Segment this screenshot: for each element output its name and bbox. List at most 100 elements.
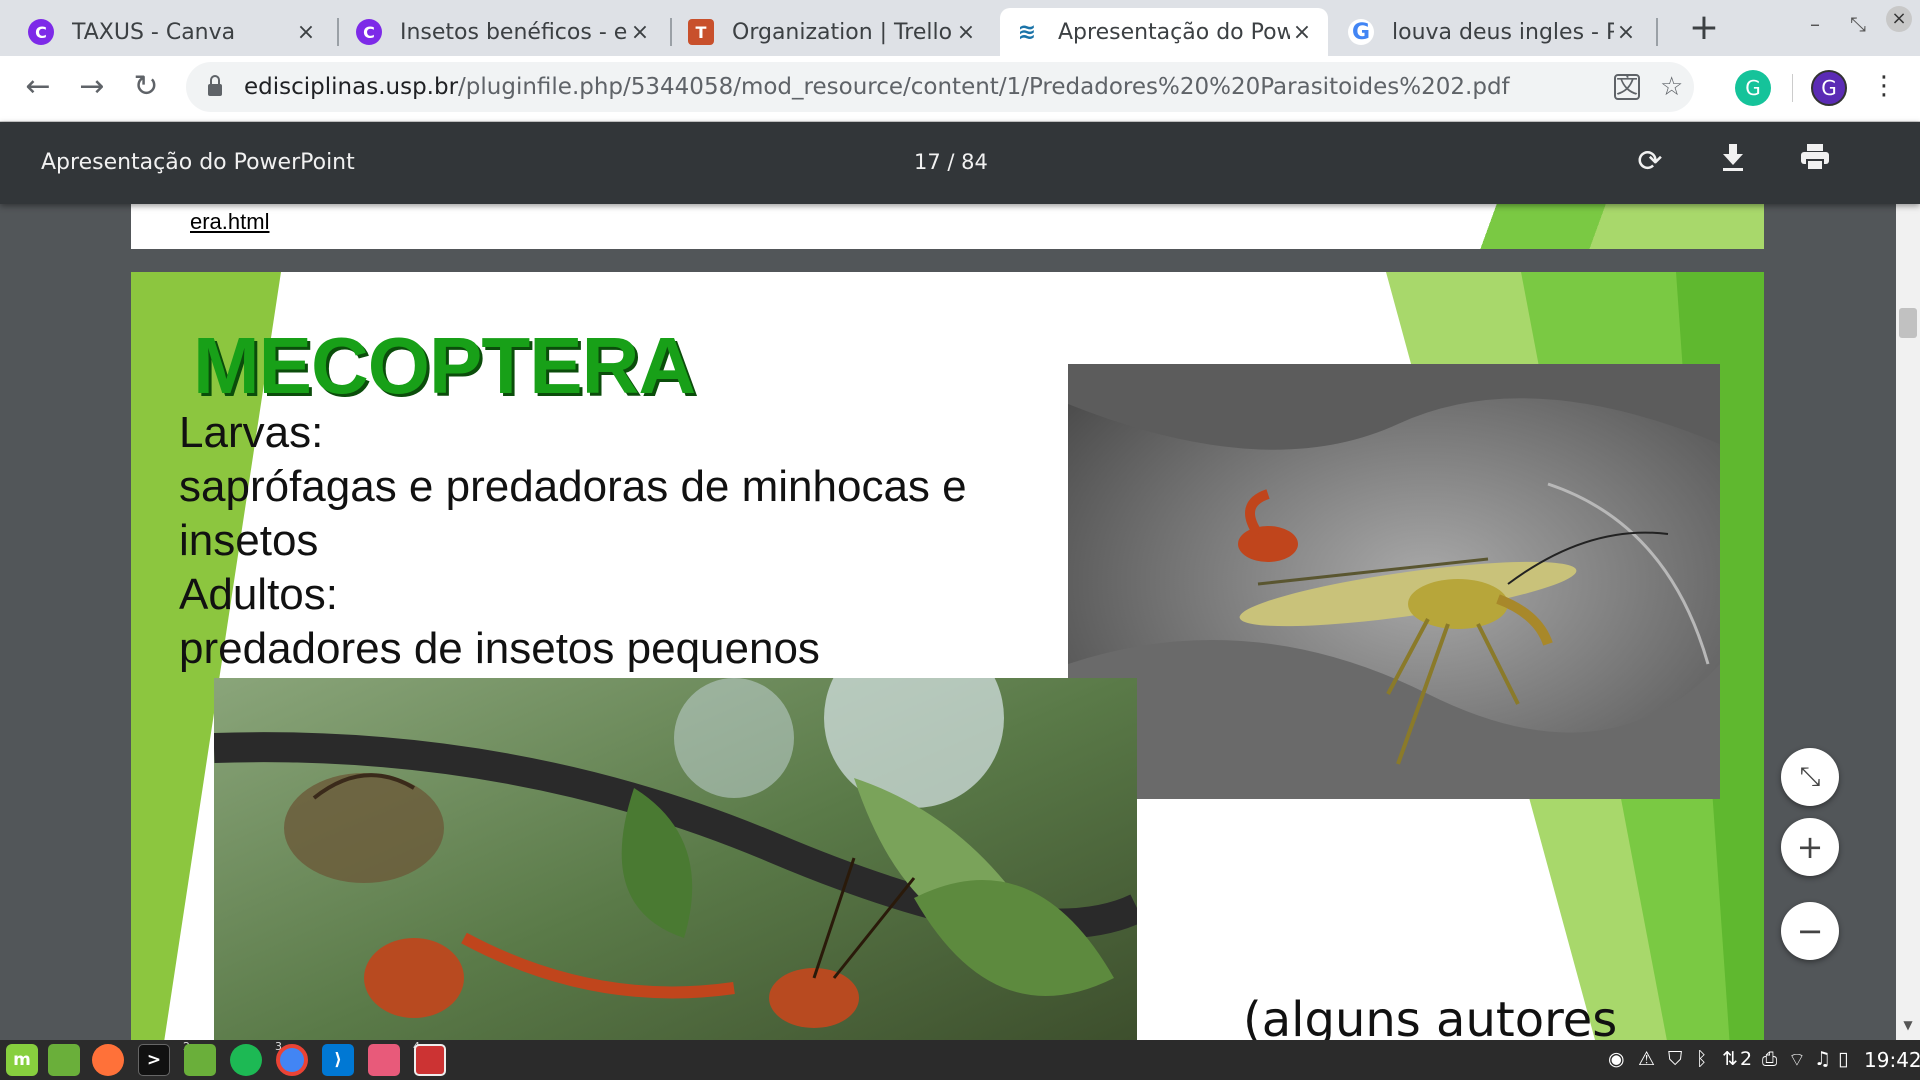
- google-icon: G: [1348, 19, 1374, 45]
- scorpionfly-mating-photo: [214, 678, 1137, 1040]
- battery-icon[interactable]: ▯: [1838, 1048, 1848, 1070]
- slide-line: predadores de insetos pequenos: [179, 624, 820, 673]
- rotate-button[interactable]: ⟳: [1630, 142, 1670, 182]
- spotify-icon[interactable]: [230, 1044, 262, 1076]
- url-path: /pluginfile.php/5344058/mod_resource/con…: [458, 74, 1510, 100]
- tab-insetos-beneficos[interactable]: C Insetos benéficos - eB ×: [342, 8, 666, 56]
- gitkraken-icon[interactable]: [368, 1044, 400, 1076]
- clock[interactable]: 19:42: [1864, 1048, 1920, 1072]
- taskbar: m > 2 3 ⟩ 4 ◉ ⚠ ⛉ ᛒ ⇅ 2 ⎙ ⌔ ♫ ▯ 19:42: [0, 1040, 1920, 1080]
- warning-icon[interactable]: ⚠: [1638, 1048, 1655, 1070]
- trello-icon: T: [688, 19, 714, 45]
- menu-icon[interactable]: m: [6, 1044, 38, 1076]
- close-icon[interactable]: ×: [1290, 20, 1314, 45]
- tab-taxus-canva[interactable]: C TAXUS - Canva ×: [14, 8, 332, 56]
- slide-line: insetos: [179, 516, 319, 565]
- toolbar-divider: [1792, 74, 1793, 102]
- scrollbar[interactable]: ▲ ▼: [1896, 122, 1920, 1040]
- close-window-icon[interactable]: ×: [1886, 6, 1912, 32]
- wifi-icon[interactable]: ⌔: [1788, 1048, 1806, 1072]
- slide-line: Larvas:: [179, 408, 324, 457]
- tab-separator: [337, 18, 339, 46]
- pdf-title: Apresentação do PowerPoint: [41, 150, 355, 175]
- new-tab-button[interactable]: +: [1680, 8, 1728, 48]
- presentation-window-icon[interactable]: [414, 1044, 446, 1076]
- rotate-icon: ⟳: [1637, 144, 1663, 179]
- bluetooth-icon[interactable]: ᛒ: [1696, 1048, 1707, 1070]
- chrome-icon[interactable]: [276, 1044, 308, 1076]
- back-button[interactable]: ←: [16, 64, 60, 108]
- vscode-icon[interactable]: ⟩: [322, 1044, 354, 1076]
- pdf-viewer[interactable]: era.html MECOPTERA Larvas: sapró­fagas e…: [0, 204, 1920, 1040]
- arrow-right-icon: →: [79, 68, 105, 104]
- scorpionfly-photo: [1068, 364, 1720, 799]
- grammarly-icon[interactable]: G: [1735, 70, 1771, 106]
- network-icon[interactable]: ⇅: [1722, 1048, 1738, 1070]
- previous-page: era.html: [131, 204, 1764, 249]
- reload-button[interactable]: ↻: [124, 64, 168, 108]
- tab-separator: [1656, 18, 1658, 46]
- slide-line: Adultos:: [179, 570, 338, 619]
- tab-title: louva deus ingles - Pes: [1392, 19, 1614, 45]
- page-indicator[interactable]: 17 / 84: [914, 150, 988, 174]
- forward-button[interactable]: →: [70, 64, 114, 108]
- print-icon: [1801, 144, 1829, 171]
- scroll-thumb[interactable]: [1899, 308, 1917, 338]
- url-text[interactable]: edisciplinas.usp.br/pluginfile.php/53440…: [244, 74, 1510, 100]
- show-desktop-icon[interactable]: [48, 1044, 80, 1076]
- fit-page-button[interactable]: ⤡: [1781, 748, 1839, 806]
- canva-icon: C: [356, 19, 382, 45]
- tab-title: TAXUS - Canva: [72, 19, 236, 45]
- tab-strip: C TAXUS - Canva × C Insetos benéficos - …: [0, 0, 1920, 56]
- slide-footnote: (alguns autores: [1243, 992, 1618, 1040]
- firefox-icon[interactable]: [92, 1044, 124, 1076]
- download-icon: [1723, 144, 1743, 171]
- tab-separator: [670, 18, 672, 46]
- close-icon[interactable]: ×: [1614, 20, 1638, 45]
- insect-illustration: [1068, 364, 1720, 799]
- insect-illustration: [214, 678, 1137, 1040]
- close-icon[interactable]: ×: [294, 20, 318, 45]
- reload-icon: ↻: [133, 68, 159, 104]
- discord-icon[interactable]: ◉: [1608, 1048, 1625, 1070]
- pdf-viewer-header: Apresentação do PowerPoint 17 / 84 ⟳: [0, 122, 1920, 204]
- shield-icon[interactable]: ⛉: [1668, 1048, 1682, 1070]
- pdf-page: MECOPTERA Larvas: sapró­fagas e predador…: [131, 272, 1764, 1040]
- tab-trello[interactable]: T Organization | Trello ×: [674, 8, 992, 56]
- menu-kebab-icon[interactable]: ⋮: [1862, 64, 1906, 108]
- profile-avatar[interactable]: G: [1811, 70, 1847, 106]
- tab-louva-deus[interactable]: G louva deus ingles - Pes ×: [1334, 8, 1652, 56]
- restore-icon[interactable]: ⤡: [1850, 12, 1866, 36]
- zoom-in-button[interactable]: +: [1781, 818, 1839, 876]
- close-icon[interactable]: ×: [954, 20, 978, 45]
- translate-icon[interactable]: 文: [1614, 74, 1640, 100]
- tab-title: Apresentação do Pow: [1058, 19, 1290, 45]
- minus-icon: −: [1796, 912, 1824, 950]
- download-button[interactable]: [1713, 142, 1753, 182]
- minimize-icon[interactable]: –: [1810, 12, 1820, 36]
- plus-icon: +: [1796, 828, 1824, 866]
- terminal-icon[interactable]: >: [138, 1044, 170, 1076]
- audio-icon[interactable]: ♫: [1814, 1048, 1831, 1070]
- close-icon[interactable]: ×: [628, 20, 652, 45]
- print-button[interactable]: [1795, 142, 1835, 182]
- arrow-left-icon: ←: [25, 68, 51, 104]
- tray-count: 2: [1740, 1048, 1753, 1070]
- reference-link[interactable]: era.html: [190, 209, 269, 235]
- browser-toolbar: ← → ↻ edisciplinas.usp.br/pluginfile.php…: [0, 56, 1920, 122]
- tab-apresentacao-active[interactable]: ≋ Apresentação do Pow ×: [1000, 8, 1328, 56]
- lock-icon: [208, 75, 222, 96]
- slide-decoration: [1344, 204, 1764, 249]
- tab-title: Organization | Trello: [732, 19, 953, 45]
- url-host: edisciplinas.usp.br: [244, 74, 459, 100]
- slide-title: MECOPTERA: [193, 321, 696, 410]
- tab-title: Insetos benéficos - eB: [400, 19, 628, 45]
- scroll-down-icon[interactable]: ▼: [1896, 1018, 1920, 1038]
- fit-page-icon: ⤡: [1799, 761, 1821, 792]
- zoom-out-button[interactable]: −: [1781, 902, 1839, 960]
- bookmark-star-icon[interactable]: ☆: [1660, 72, 1683, 102]
- printer-icon[interactable]: ⎙: [1762, 1048, 1777, 1070]
- address-bar[interactable]: edisciplinas.usp.br/pluginfile.php/53440…: [186, 62, 1694, 112]
- moodle-icon: ≋: [1014, 19, 1040, 45]
- files-icon[interactable]: [184, 1044, 216, 1076]
